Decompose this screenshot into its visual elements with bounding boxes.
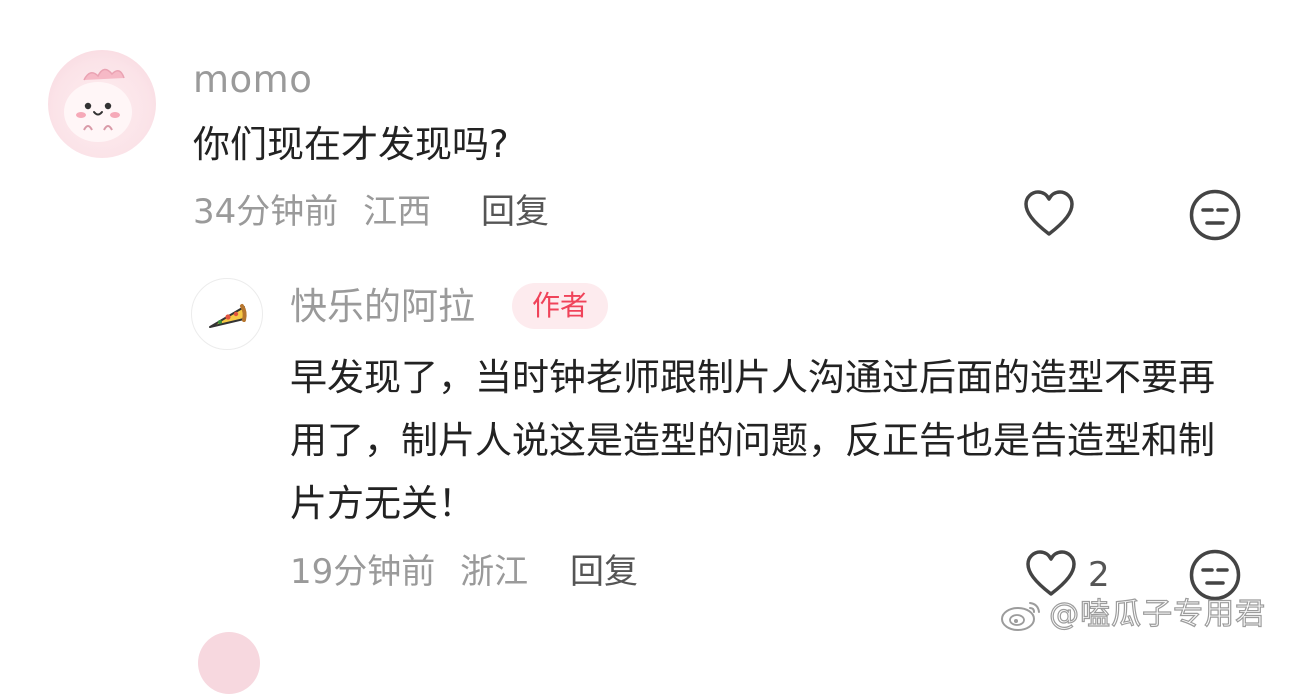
avatar[interactable] <box>191 278 263 350</box>
heart-icon <box>1026 550 1076 596</box>
weibo-logo-icon <box>1000 597 1044 633</box>
heart-icon <box>1024 190 1074 236</box>
comment-location: 江西 <box>363 192 432 232</box>
reply-location: 浙江 <box>460 552 529 592</box>
comment-time: 34分钟前 <box>193 192 339 232</box>
reply-time: 19分钟前 <box>290 552 436 592</box>
author-badge: 作者 <box>512 283 608 329</box>
pizza-avatar-icon <box>209 304 247 328</box>
like-count: 2 <box>1088 555 1110 595</box>
comment-meta: 34分钟前 江西 <box>193 190 431 234</box>
comment-content: 你们现在才发现吗? <box>193 123 509 166</box>
unamused-face-icon <box>1189 549 1241 601</box>
reply-button[interactable]: 回复 <box>570 550 638 594</box>
reply-button[interactable]: 回复 <box>481 190 549 234</box>
dislike-button[interactable] <box>1188 548 1242 602</box>
unamused-face-icon <box>1189 189 1241 241</box>
comment-username[interactable]: momo <box>193 58 312 102</box>
avatar[interactable] <box>198 632 260 694</box>
watermark-text: @嗑瓜子专用君 <box>1048 596 1267 632</box>
dislike-button[interactable] <box>1188 188 1242 242</box>
like-button[interactable] <box>1022 188 1076 240</box>
reply-meta: 19分钟前 浙江 <box>290 550 528 594</box>
avatar[interactable] <box>48 50 156 158</box>
watermark: @嗑瓜子专用君 <box>1000 596 1266 636</box>
pink-dino-avatar-icon <box>64 68 132 142</box>
reply-content: 早发现了，当时钟老师跟制片人沟通过后面的造型不要再用了，制片人说这是造型的问题，… <box>290 356 1215 525</box>
reply-username[interactable]: 快乐的阿拉 <box>290 284 475 330</box>
like-button[interactable] <box>1024 548 1078 600</box>
